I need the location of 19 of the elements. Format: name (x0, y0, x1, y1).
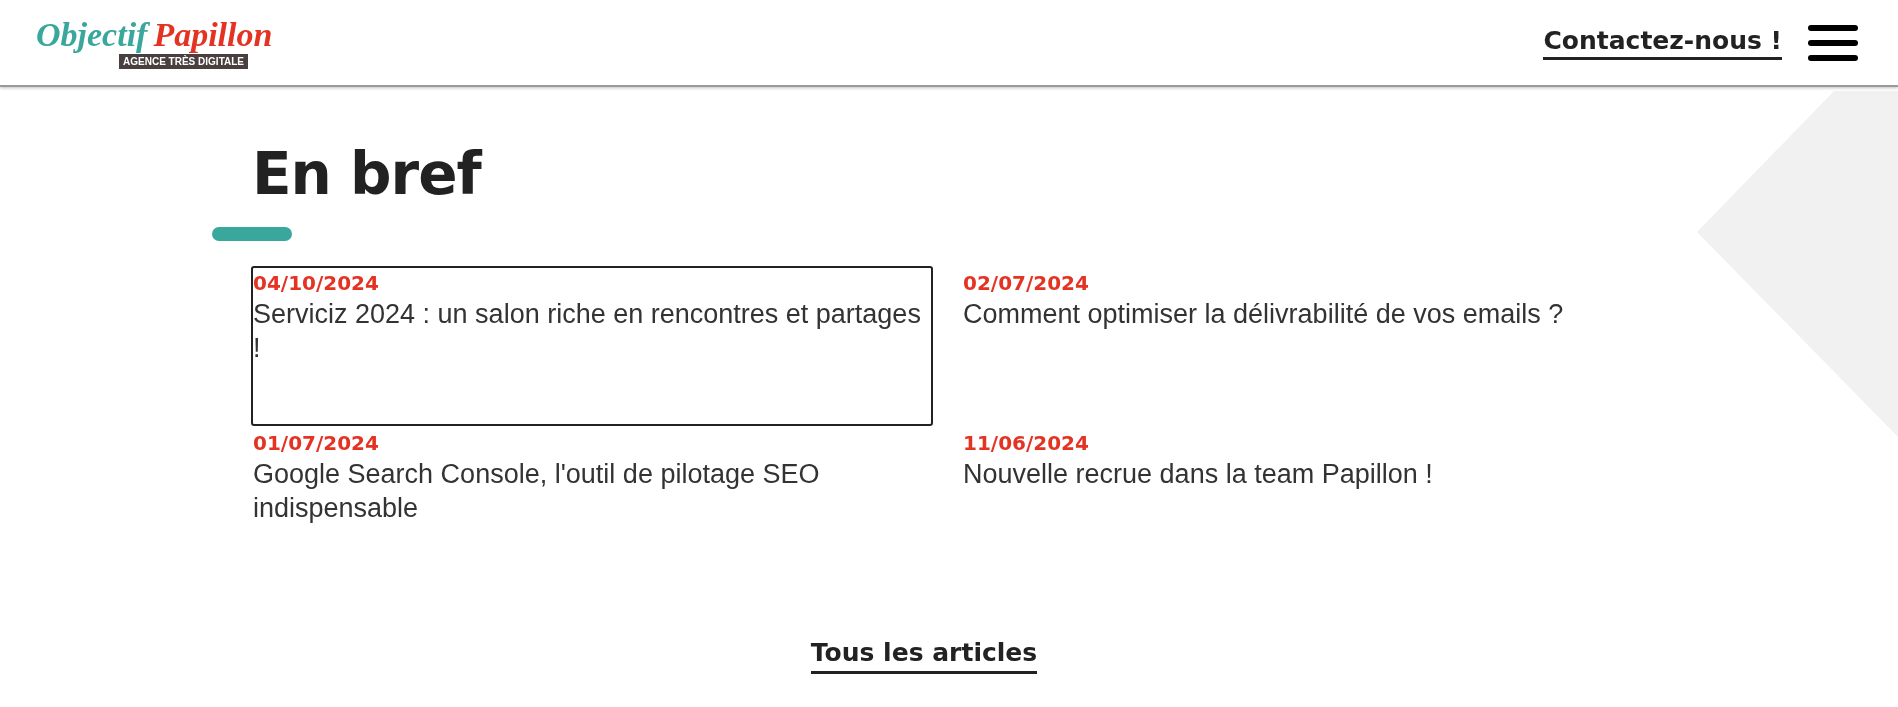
contact-link[interactable]: Contactez-nous ! (1543, 25, 1782, 60)
article-date: 02/07/2024 (963, 271, 1090, 295)
article-title: Nouvelle recrue dans la team Papillon ! (963, 458, 1434, 491)
logo-tagline: AGENCE TRÈS DIGITALE (119, 53, 248, 69)
article-card[interactable]: 02/07/2024 Comment optimiser la délivrabilité de vos emails ? (961, 266, 1643, 426)
section-title: En bref (252, 139, 484, 209)
article-card[interactable]: 01/07/2024 Google Search Console, l'outil de pilotage SEO indispensable (251, 426, 933, 586)
article-date: 01/07/2024 (253, 431, 380, 455)
all-articles-link[interactable]: Tous les articles (810, 638, 1038, 674)
menu-icon[interactable] (1808, 23, 1858, 62)
article-title: Serviciz 2024 : un salon riche en rencontres et partages ! (253, 298, 922, 365)
logo-text: Objectif (36, 16, 148, 53)
article-date: 11/06/2024 (963, 431, 1090, 455)
article-card[interactable]: 04/10/2024 Serviciz 2024 : un salon riche en rencontres et partages ! (251, 266, 933, 426)
article-date: 04/10/2024 (253, 271, 380, 295)
article-title: Google Search Console, l'outil de pilotage SEO indispensable (253, 458, 821, 525)
article-card[interactable]: 11/06/2024 Nouvelle recrue dans la team Papillon ! (961, 426, 1643, 586)
logo-text: Papillon (153, 16, 273, 53)
article-title: Comment optimiser la délivrabilité de vos emails ? (963, 298, 1565, 331)
